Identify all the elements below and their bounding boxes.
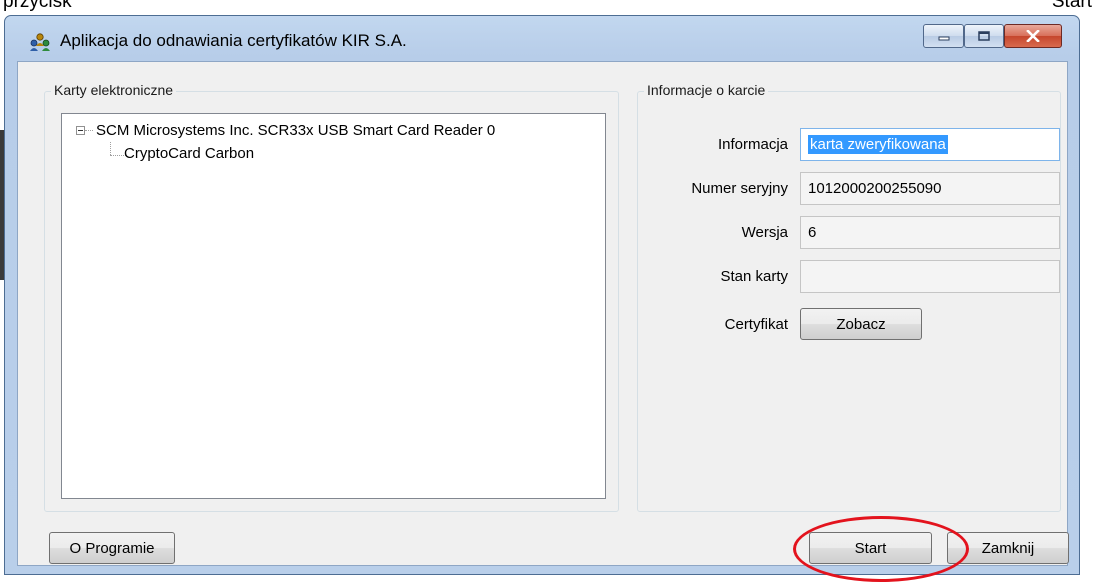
maximize-icon [978,31,990,41]
tree-item-reader[interactable]: SCM Microsystems Inc. SCR33x USB Smart C… [96,122,495,139]
window-title: Aplikacja do odnawiania certyfikatów KIR… [60,31,407,50]
start-button[interactable]: Start [809,532,932,564]
tree-item-card[interactable]: CryptoCard Carbon [124,145,254,162]
version-field[interactable]: 6 [800,216,1060,249]
view-certificate-button[interactable]: Zobacz [800,308,922,340]
maximize-button[interactable] [964,24,1004,48]
cards-groupbox: Karty elektroniczne SCM Microsystems Inc… [44,82,619,512]
title-bar[interactable]: Aplikacja do odnawiania certyfikatów KIR… [5,16,1079,58]
info-field[interactable]: karta zweryfikowana [800,128,1060,161]
tree-connector [85,130,93,131]
certificate-label: Certyfikat [724,316,788,333]
version-label: Wersja [741,224,788,241]
about-button[interactable]: O Programie [49,532,175,564]
collapse-toggle-icon[interactable] [76,126,85,135]
minimize-icon [938,36,949,41]
close-window-button[interactable] [1004,24,1062,48]
close-button[interactable]: Zamknij [947,532,1069,564]
state-field[interactable] [800,260,1060,293]
app-people-icon [30,33,50,51]
close-icon [1026,30,1040,42]
cards-group-label: Karty elektroniczne [51,82,177,98]
state-label: Stan karty [720,268,788,285]
window-client-area: Karty elektroniczne SCM Microsystems Inc… [17,61,1069,582]
cards-tree[interactable]: SCM Microsystems Inc. SCR33x USB Smart C… [61,113,606,499]
background-caption-left: przycisk [3,0,72,12]
info-label: Informacja [717,136,788,153]
card-info-group-label: Informacje o karcie [644,82,769,98]
background-caption-right: Start [1051,0,1092,12]
serial-label: Numer seryjny [691,180,788,197]
info-value: karta zweryfikowana [808,135,948,154]
minimize-button[interactable] [923,24,964,48]
application-window: Aplikacja do odnawiania certyfikatów KIR… [4,15,1080,582]
serial-field[interactable]: 1012000200255090 [800,172,1060,205]
tree-connector [110,142,111,155]
